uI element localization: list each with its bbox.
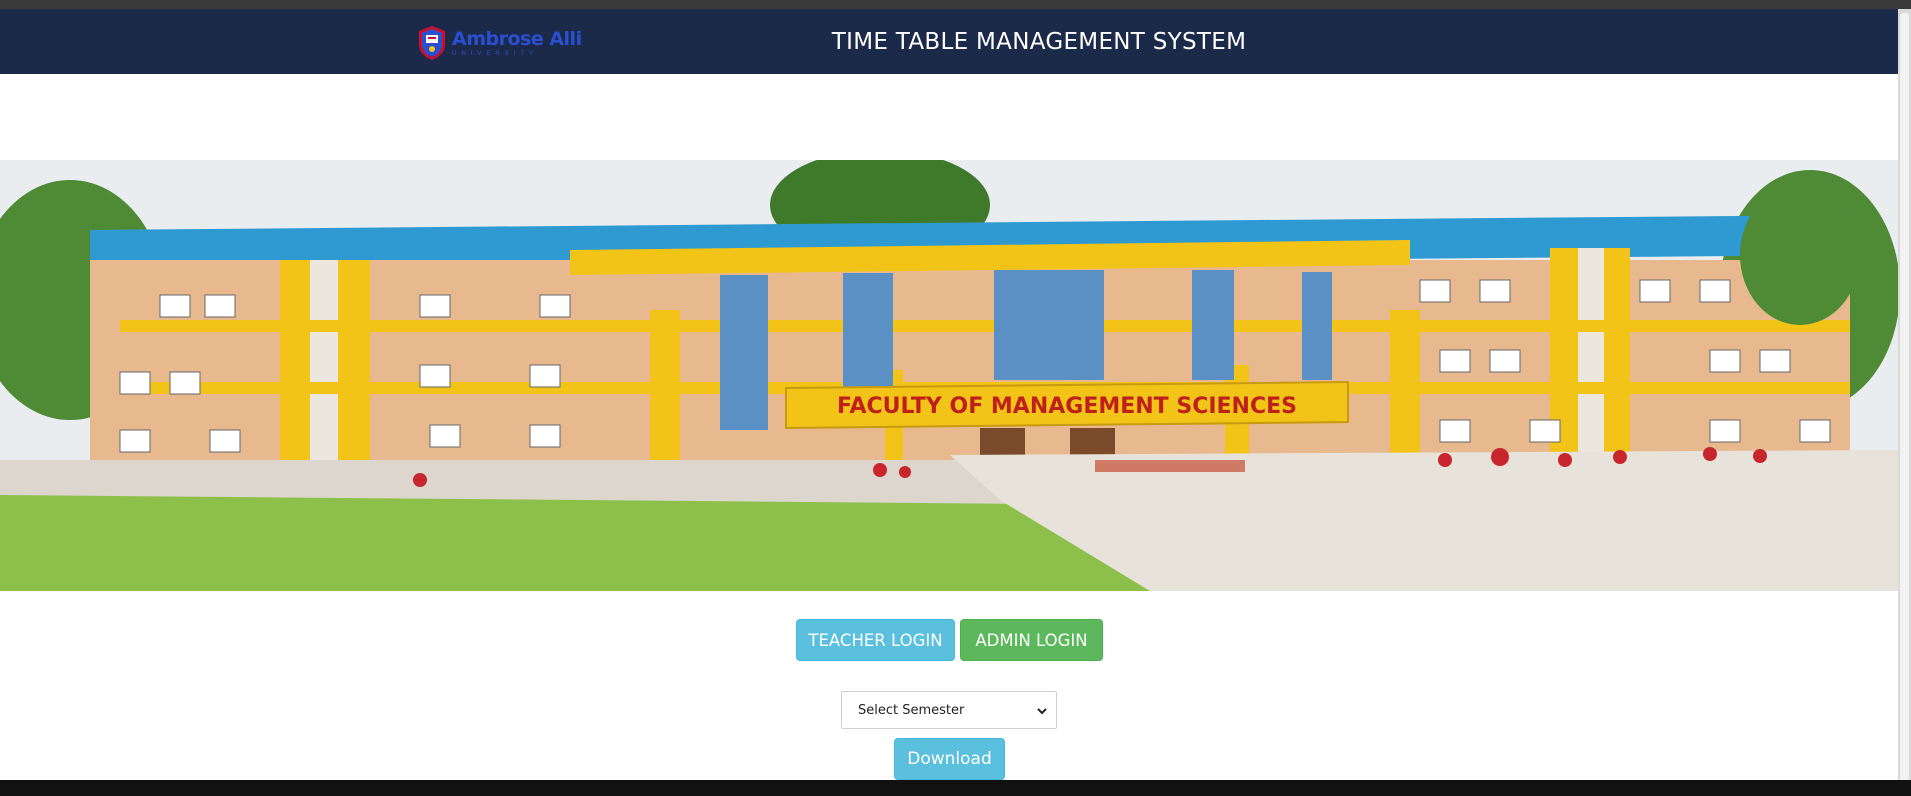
semester-select[interactable]: Select Semester <box>841 691 1057 729</box>
faculty-building-image: FACULTY OF MANAGEMENT SCIENCES <box>0 160 1898 591</box>
banner-image: FACULTY OF MANAGEMENT SCIENCES <box>0 160 1898 591</box>
navbar: Ambrose Alli UNIVERSITY TIME TABLE MANAG… <box>0 9 1898 74</box>
semester-select-value: Select Semester <box>858 702 965 718</box>
browser-top-strip <box>0 0 1911 9</box>
download-button[interactable]: Download <box>894 738 1005 780</box>
admin-login-button[interactable]: ADMIN LOGIN <box>960 619 1103 661</box>
scrollbar-thumb[interactable] <box>1900 13 1909 783</box>
teacher-login-button[interactable]: TEACHER LOGIN <box>796 619 955 661</box>
chevron-down-icon <box>1037 708 1047 715</box>
faculty-sign: FACULTY OF MANAGEMENT SCIENCES <box>837 394 1297 419</box>
scrollbar[interactable] <box>1898 9 1911 783</box>
page-title: TIME TABLE MANAGEMENT SYSTEM <box>831 28 1247 55</box>
bottom-bar <box>0 780 1911 796</box>
